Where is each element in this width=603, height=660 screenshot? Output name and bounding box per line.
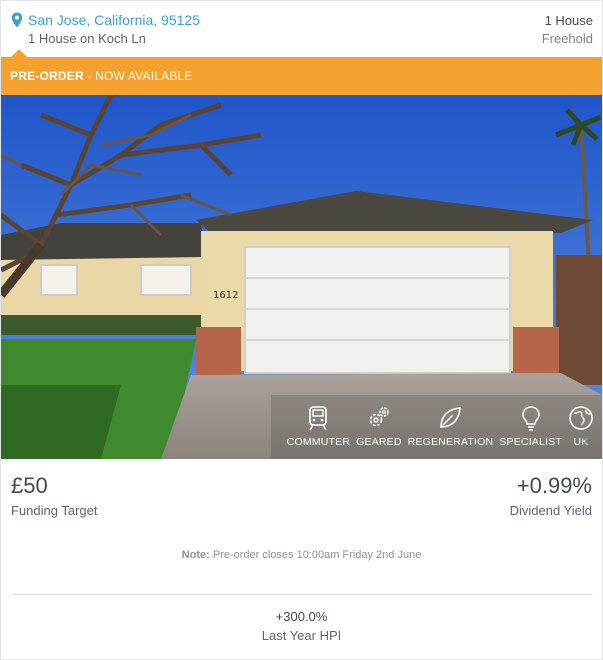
globe-icon — [569, 406, 593, 430]
hpi-value: +300.0% — [275, 609, 328, 624]
leaf-icon — [440, 407, 462, 428]
tag-geared: GEARED — [356, 405, 402, 448]
yield-value: +0.99% — [516, 473, 592, 498]
divider — [11, 594, 593, 595]
tag-label: COMMUTER — [286, 436, 351, 448]
tag-commuter: COMMUTER — [287, 405, 350, 448]
tag-label: REGENERATION — [407, 436, 494, 448]
lightbulb-icon — [521, 406, 540, 431]
train-icon — [309, 406, 328, 431]
note-text: Pre-order closes 10:00am Friday 2nd June — [209, 549, 422, 561]
tag-list: COMMUTER GEARED REGENERATION SPECIALIST … — [281, 405, 594, 448]
tenure-label: Freehold — [541, 31, 593, 46]
property-subtitle: 1 House on Koch Ln — [28, 31, 146, 46]
banner-notch — [11, 49, 27, 57]
hpi-label: Last Year HPI — [261, 628, 342, 643]
gears-icon — [369, 407, 389, 427]
map-pin-icon — [11, 12, 23, 28]
location-link[interactable]: San Jose, California, 95125 — [11, 12, 200, 28]
preorder-label: PRE-ORDER — [10, 69, 84, 83]
note-prefix: Note: — [181, 549, 210, 561]
funding-value: £50 — [11, 473, 48, 498]
tag-specialist: SPECIALIST — [499, 405, 562, 448]
tag-uk: UK — [568, 405, 594, 448]
house-number: 1612 — [213, 290, 238, 301]
tag-label: UK — [573, 436, 589, 448]
funding-label: Funding Target — [11, 503, 98, 518]
hpi-stat: +300.0% Last Year HPI — [1, 609, 602, 643]
tag-regeneration: REGENERATION — [408, 405, 494, 448]
card-header: San Jose, California, 95125 1 House on K… — [1, 1, 602, 57]
preorder-note: Note: Pre-order closes 10:00am Friday 2n… — [1, 549, 602, 561]
availability-label: - NOW AVAILABLE — [83, 69, 193, 83]
funding-target: £50 Funding Target — [11, 473, 98, 518]
property-count: 1 House — [544, 13, 593, 28]
property-card[interactable]: San Jose, California, 95125 1 House on K… — [0, 0, 603, 660]
dividend-yield: +0.99% Dividend Yield — [510, 473, 592, 518]
preorder-banner: PRE-ORDER - NOW AVAILABLE — [1, 57, 602, 95]
yield-label: Dividend Yield — [509, 503, 592, 518]
location-text[interactable]: San Jose, California, 95125 — [28, 12, 200, 28]
tag-label: SPECIALIST — [499, 436, 562, 448]
tag-label: GEARED — [356, 436, 402, 448]
